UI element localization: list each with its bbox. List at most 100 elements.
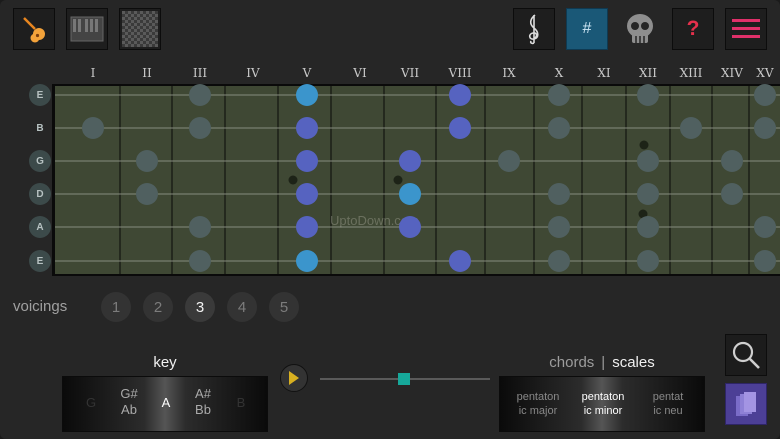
pattern-mode-button[interactable] (119, 8, 161, 50)
piano-icon (70, 16, 104, 42)
app-frame: # ? I II III IV V VI VII VIII IX X XI XII XIII XIV XV … (0, 0, 780, 439)
scale-note-dot[interactable] (296, 117, 318, 139)
help-label: ? (686, 17, 700, 40)
key-option[interactable]: G# Ab (109, 386, 149, 418)
key-option-name: Bb (195, 402, 211, 417)
ghost-note-dot[interactable] (548, 84, 570, 106)
ghost-note-dot[interactable] (189, 84, 211, 106)
ghost-note-dot[interactable] (189, 117, 211, 139)
ghost-note-dot[interactable] (136, 183, 158, 205)
scale-option-line: ic major (518, 405, 558, 417)
string-label[interactable]: A (29, 216, 51, 238)
tempo-slider-thumb[interactable] (398, 373, 410, 385)
ghost-note-dot[interactable] (548, 183, 570, 205)
hamburger-menu-icon (732, 19, 760, 38)
scale-option-line: pentaton (581, 391, 625, 403)
ghost-note-dot[interactable] (754, 250, 776, 272)
fret-number: X (554, 66, 564, 80)
scale-note-dot[interactable] (449, 250, 471, 272)
fret-inlay (288, 175, 298, 185)
voicing-button[interactable]: 3 (185, 292, 215, 322)
string-label[interactable]: G (29, 150, 51, 172)
key-option[interactable]: G (71, 395, 111, 411)
library-button[interactable] (725, 383, 767, 425)
fret-number: XIII (679, 66, 703, 80)
search-button[interactable] (725, 334, 767, 376)
skull-button[interactable] (619, 8, 661, 50)
key-picker[interactable]: G G# Ab A A# Bb B (62, 376, 268, 432)
ghost-note-dot[interactable] (637, 250, 659, 272)
fret-number: IV (246, 66, 260, 80)
ghost-note-dot[interactable] (637, 84, 659, 106)
guitar-icon (23, 17, 45, 43)
fret-number: VIII (448, 66, 472, 80)
ghost-note-dot[interactable] (189, 250, 211, 272)
fretboard-lines (55, 86, 780, 274)
notation-button[interactable] (513, 8, 555, 50)
fretboard[interactable] (52, 84, 780, 276)
scale-note-dot[interactable] (296, 183, 318, 205)
scale-picker[interactable]: pentaton ic major pentaton ic minor pentat ic… (499, 376, 705, 432)
scale-note-dot[interactable] (399, 216, 421, 238)
ghost-note-dot[interactable] (721, 183, 743, 205)
scale-option[interactable]: pentaton ic minor (569, 390, 637, 418)
string-label[interactable]: E (29, 84, 51, 106)
string-label[interactable]: E (29, 250, 51, 272)
root-note-dot[interactable] (296, 250, 318, 272)
scale-note-dot[interactable] (399, 150, 421, 172)
key-option[interactable]: A (146, 395, 186, 411)
ghost-note-dot[interactable] (548, 117, 570, 139)
scale-note-dot[interactable] (449, 117, 471, 139)
scales-tab[interactable]: scales (612, 354, 655, 371)
string-label[interactable]: B (29, 117, 51, 139)
fret-number: III (192, 66, 208, 80)
fret-inlay (639, 140, 649, 150)
key-title: key (153, 354, 177, 371)
key-option[interactable]: A# Bb (183, 386, 223, 418)
play-button[interactable] (280, 364, 308, 392)
ghost-note-dot[interactable] (189, 216, 211, 238)
scale-option[interactable]: pentat ic neu (634, 390, 702, 418)
menu-button[interactable] (725, 8, 767, 50)
root-note-dot[interactable] (399, 183, 421, 205)
ghost-note-dot[interactable] (754, 216, 776, 238)
scale-option-line: pentat (652, 391, 684, 403)
scale-option[interactable]: pentaton ic major (504, 390, 572, 418)
string-label[interactable]: D (29, 183, 51, 205)
fret-number: V (302, 66, 312, 80)
voicing-button[interactable]: 1 (101, 292, 131, 322)
ghost-note-dot[interactable] (548, 216, 570, 238)
sharp-toggle-button[interactable]: # (566, 8, 608, 50)
scale-note-dot[interactable] (449, 84, 471, 106)
ghost-note-dot[interactable] (548, 250, 570, 272)
scale-note-dot[interactable] (296, 216, 318, 238)
ghost-note-dot[interactable] (136, 150, 158, 172)
fret-number: II (142, 66, 152, 80)
scale-note-dot[interactable] (296, 150, 318, 172)
key-option-name: Ab (121, 402, 137, 417)
skull-icon (627, 14, 653, 43)
chords-tab[interactable]: chords (549, 354, 594, 371)
ghost-note-dot[interactable] (637, 150, 659, 172)
ghost-note-dot[interactable] (637, 216, 659, 238)
fret-inlay (393, 175, 403, 185)
fret-number: I (90, 66, 96, 80)
guitar-mode-button[interactable] (13, 8, 55, 50)
ghost-note-dot[interactable] (754, 84, 776, 106)
mode-separator: | (601, 354, 606, 371)
root-note-dot[interactable] (296, 84, 318, 106)
ghost-note-dot[interactable] (754, 117, 776, 139)
voicing-button[interactable]: 5 (269, 292, 299, 322)
piano-mode-button[interactable] (66, 8, 108, 50)
fret-number: XII (638, 66, 658, 80)
ghost-note-dot[interactable] (82, 117, 104, 139)
voicing-button[interactable]: 4 (227, 292, 257, 322)
ghost-note-dot[interactable] (637, 183, 659, 205)
ghost-note-dot[interactable] (721, 150, 743, 172)
ghost-note-dot[interactable] (680, 117, 702, 139)
key-option[interactable]: B (221, 395, 261, 411)
voicing-button[interactable]: 2 (143, 292, 173, 322)
fret-number: XI (597, 66, 611, 80)
ghost-note-dot[interactable] (498, 150, 520, 172)
help-button[interactable]: ? (672, 8, 714, 50)
